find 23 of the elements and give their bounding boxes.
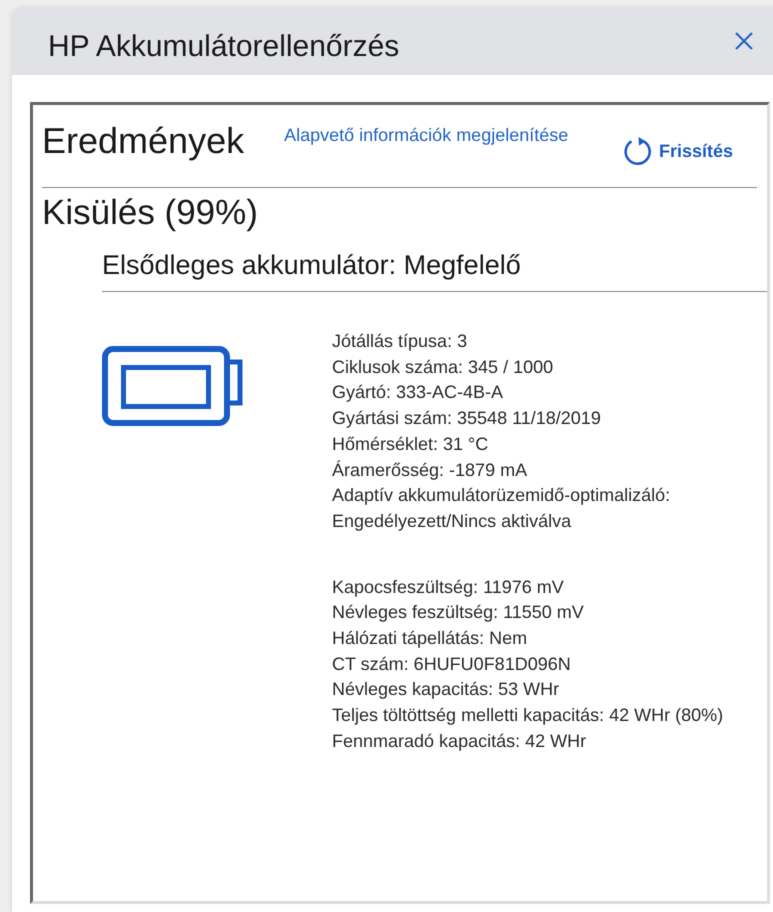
close-icon: [735, 32, 753, 50]
detail-text: CT szám: 6HUFU0F81D096N: [332, 652, 572, 676]
detail-text: Kapocsfeszültség: 11976 mV: [332, 576, 565, 599]
detail-text: Teljes töltöttség melletti kapacitás: 42 WHr (80%): [332, 704, 724, 728]
detail-text: Hőmérséklet: 31 °C: [332, 432, 490, 456]
refresh-button[interactable]: Frissítés: [622, 136, 733, 166]
detail-text: Névleges kapacitás: 53 WHr: [332, 678, 560, 702]
detail-text: Hálózati tápellátás: Nem: [332, 627, 528, 650]
detail-text: Ciklusok száma: 345 / 1000: [332, 356, 554, 379]
refresh-icon: [622, 136, 653, 166]
discharge-status: Kisülés (99%): [42, 193, 259, 233]
detail-text: Adaptív akkumulátorüzemidő-optimalizáló: Engedélyezett/Nincs aktiválva: [332, 484, 672, 533]
detail-text: Névleges feszültség: 11550 mV: [332, 601, 585, 624]
battery-title: Elsődleges akkumulátor: Megfelelő: [102, 249, 522, 281]
detail-text: Gyártási szám: 35548 11/18/2019: [332, 407, 602, 430]
detail-text: Fennmaradó kapacitás: 42 WHr: [332, 730, 588, 753]
basic-info-link[interactable]: Alapvető információk megjelenítése: [284, 125, 568, 146]
results-title: Eredmények: [42, 121, 244, 161]
detail-text: Áramerősség: -1879 mA: [332, 458, 528, 482]
detail-text: Jótállás típusa: 3: [332, 330, 468, 353]
battery-icon: [102, 346, 243, 426]
detail-text: Gyártó: 333-AC-4B-A: [332, 381, 504, 404]
window-title: HP Akkumulátorellenőrzés: [48, 30, 400, 64]
